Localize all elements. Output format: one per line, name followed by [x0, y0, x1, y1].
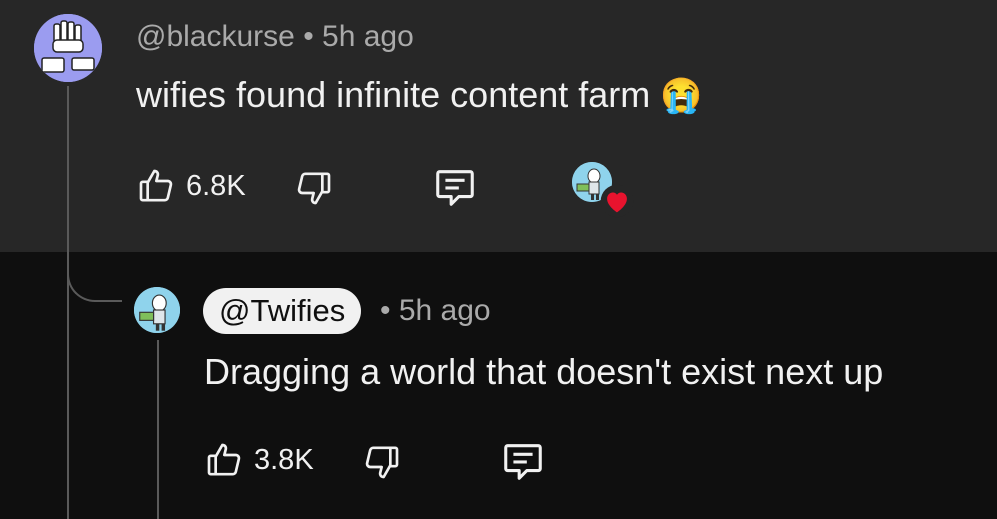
reply-text: Dragging a world that doesn't exist next… — [204, 351, 884, 392]
reply-avatar-icon — [134, 287, 180, 333]
thumbs-down-icon — [365, 446, 399, 479]
comment-text-row: wifies found infinite content farm 😭 — [136, 74, 703, 116]
heart-icon — [600, 184, 634, 218]
reply-reply-button[interactable] — [498, 438, 548, 484]
crying-emoji: 😭 — [660, 77, 703, 115]
avatar[interactable] — [34, 14, 102, 82]
thumbs-up-icon — [207, 443, 241, 476]
comment-time: • 5h ago — [303, 20, 414, 53]
reply-like-button[interactable]: 3.8K — [202, 440, 314, 480]
comment-meta: @blackurse • 5h ago — [136, 20, 414, 54]
thumbs-up-icon — [139, 169, 173, 202]
reply-author-chip[interactable]: @Twifies — [203, 288, 362, 334]
reply-avatar[interactable] — [134, 287, 180, 333]
comment-text: wifies found infinite content farm — [136, 74, 651, 115]
reply-thread-line — [157, 340, 159, 519]
reply-button[interactable] — [430, 164, 480, 210]
reply-time: • 5h ago — [380, 294, 491, 327]
thread-connector — [67, 252, 122, 302]
comment-icon — [436, 170, 474, 206]
hand-avatar-icon — [34, 14, 102, 82]
comment-author[interactable]: @blackurse — [136, 20, 295, 53]
reply-like-count: 3.8K — [254, 443, 314, 476]
dislike-button[interactable] — [292, 168, 336, 208]
creator-heart — [600, 184, 634, 218]
comment-icon — [504, 444, 542, 480]
reply-dislike-button[interactable] — [360, 442, 404, 482]
like-count: 6.8K — [186, 169, 246, 202]
thumbs-down-icon — [297, 172, 331, 205]
like-button[interactable]: 6.8K — [134, 166, 246, 206]
thread-line — [67, 86, 69, 519]
